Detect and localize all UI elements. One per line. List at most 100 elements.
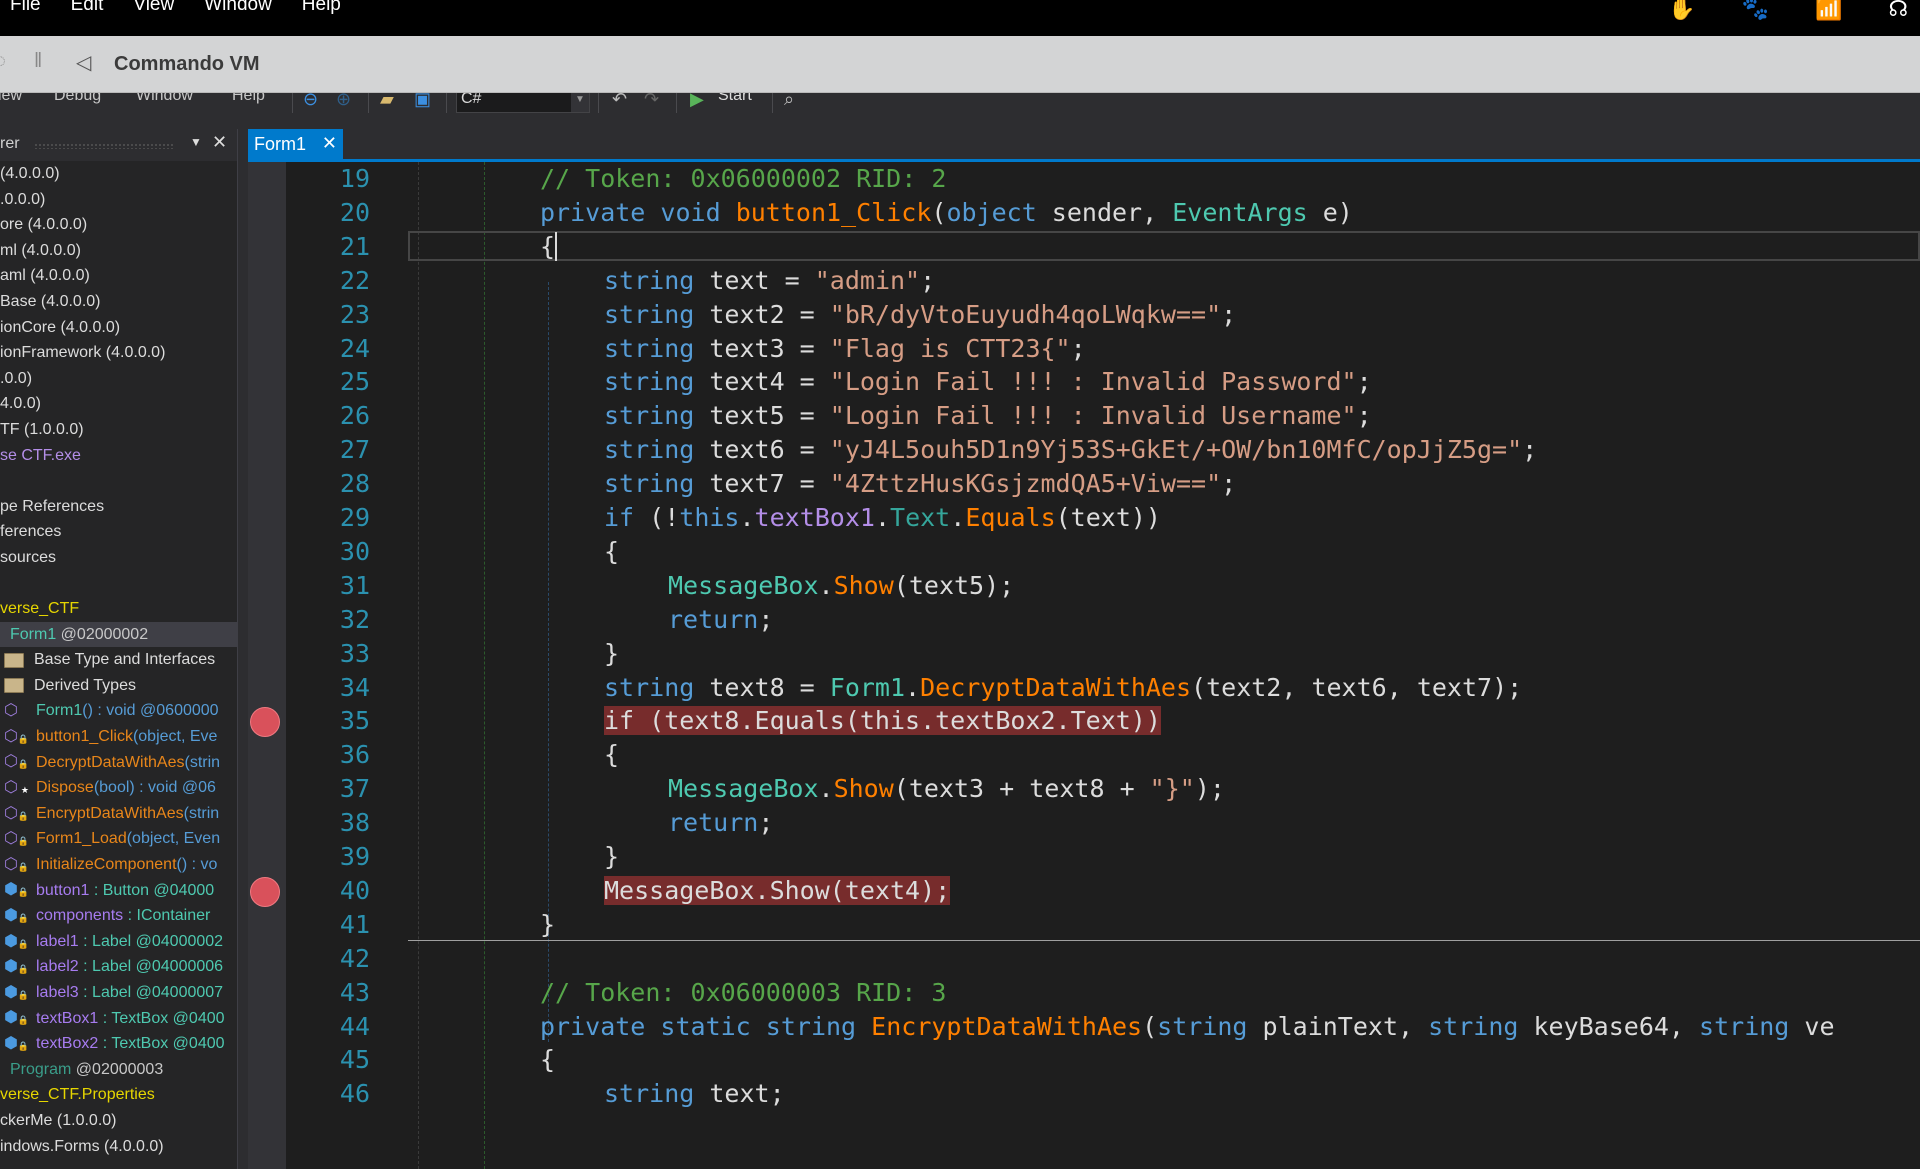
tab-form1[interactable]: Form1 ✕: [248, 129, 343, 161]
code-line[interactable]: 38 return;: [248, 806, 1920, 840]
tree-member[interactable]: Derived Types: [0, 673, 237, 699]
code-line[interactable]: 31 MessageBox.Show(text5);: [248, 569, 1920, 603]
code-line[interactable]: 27 string text6 = "yJ4L5ouh5D1n9Yj53S+GkE…: [248, 433, 1920, 467]
tree-member[interactable]: ⬢ 🔒 label3 : Label @04000007: [0, 980, 237, 1006]
redo-icon[interactable]: ↷: [644, 93, 659, 110]
tree-node[interactable]: indows.Forms (4.0.0.0): [0, 1134, 237, 1160]
code-line[interactable]: 42: [248, 942, 1920, 976]
code-line[interactable]: 26 string text5 = "Login Fail !!! : Inval…: [248, 399, 1920, 433]
code-line[interactable]: 46 string text;: [248, 1077, 1920, 1111]
code-line[interactable]: 28 string text7 = "4ZttzHusKGsjzmdQA5+Viw…: [248, 467, 1920, 501]
code-line[interactable]: 45 {: [248, 1043, 1920, 1077]
pause-icon[interactable]: ‖: [34, 50, 42, 73]
tree-node[interactable]: .0.0): [0, 366, 237, 392]
tree-node[interactable]: Base (4.0.0.0): [0, 289, 237, 315]
tree-node[interactable]: verse_CTF.Properties: [0, 1082, 237, 1108]
code-line[interactable]: 23 string text2 = "bR/dyVtoEuyudh4qoLWqkw…: [248, 298, 1920, 332]
tree-node[interactable]: 4.0.0): [0, 391, 237, 417]
dropdown-arrow-icon[interactable]: ▼: [190, 135, 202, 149]
code-line[interactable]: 36 {: [248, 738, 1920, 772]
menu-view[interactable]: iew: [0, 93, 22, 105]
headset-icon[interactable]: ☊: [1888, 0, 1908, 22]
tree-member[interactable]: ⬢ 🔒 label2 : Label @04000006: [0, 954, 237, 980]
power-icon[interactable]: ◌: [0, 50, 6, 73]
tree-node[interactable]: ml (4.0.0.0): [0, 238, 237, 264]
code-line[interactable]: 39}: [248, 840, 1920, 874]
code-line[interactable]: 29 if (!this.textBox1.Text.Equals(text)): [248, 501, 1920, 535]
os-menu-help[interactable]: Help: [302, 0, 341, 16]
tree-node[interactable]: ionFramework (4.0.0.0): [0, 340, 237, 366]
code-line[interactable]: 40 MessageBox.Show(text4);: [248, 874, 1920, 908]
breakpoint-icon[interactable]: [250, 876, 280, 907]
os-menu-view[interactable]: View: [133, 0, 174, 16]
tree-node[interactable]: ionCore (4.0.0.0): [0, 315, 237, 341]
start-button[interactable]: Start: [718, 93, 752, 105]
os-menu-file[interactable]: File: [10, 0, 41, 16]
search-icon[interactable]: ⌕: [784, 93, 794, 110]
tree-node[interactable]: TF (1.0.0.0): [0, 417, 237, 443]
open-folder-icon[interactable]: ▰: [380, 93, 394, 110]
code-line[interactable]: 43 // Token: 0x06000003 RID: 3: [248, 976, 1920, 1010]
start-play-icon[interactable]: ▶: [690, 93, 704, 110]
fox-icon[interactable]: 🐾: [1742, 0, 1769, 22]
navigate-back-icon[interactable]: ⊖: [303, 93, 318, 110]
tree-member[interactable]: ⬢ 🔒 textBox2 : TextBox @0400: [0, 1031, 237, 1057]
tree-member[interactable]: ⬡ 🔒 Form1_Load(object, Even: [0, 826, 237, 852]
tree-node[interactable]: aml (4.0.0.0): [0, 263, 237, 289]
tree-node[interactable]: ferences: [0, 519, 237, 545]
os-menu-window[interactable]: Window: [204, 0, 272, 16]
back-icon[interactable]: ◁: [76, 50, 91, 75]
menu-debug[interactable]: Debug: [54, 93, 101, 105]
menu-help[interactable]: Help: [232, 93, 265, 105]
code-line[interactable]: 37 MessageBox.Show(text3 + text8 + "}");: [248, 772, 1920, 806]
tree-member[interactable]: Base Type and Interfaces: [0, 647, 237, 673]
code-line[interactable]: 30 {: [248, 535, 1920, 569]
code-line[interactable]: 35 if (text8.Equals(this.textBox2.Text)): [248, 704, 1920, 738]
navigate-forward-icon[interactable]: ⊕: [336, 93, 351, 110]
tree-node-program[interactable]: Program @02000003: [0, 1057, 237, 1083]
tree-member[interactable]: ⬡ ★ Dispose(bool) : void @06: [0, 775, 237, 801]
code-line[interactable]: 22 string text = "admin";: [248, 264, 1920, 298]
code-line[interactable]: 24 string text3 = "Flag is CTT23{";: [248, 332, 1920, 366]
tree-node[interactable]: ore (4.0.0.0): [0, 212, 237, 238]
code-editor[interactable]: 19 // Token: 0x06000002 RID: 2 20 private v…: [248, 162, 1920, 1169]
tree-member[interactable]: ⬡ 🔒 EncryptDataWithAes(strin: [0, 801, 237, 827]
code-line[interactable]: 21 {: [248, 230, 1920, 264]
tree-member[interactable]: ⬡ 🔒 DecryptDataWithAes(strin: [0, 750, 237, 776]
tree-node-form1[interactable]: Form1 @02000002: [0, 621, 237, 648]
tree-node[interactable]: [0, 571, 237, 597]
save-icon[interactable]: ▣: [414, 93, 431, 110]
code-line[interactable]: 34 string text8 = Form1.DecryptDataWithAe…: [248, 671, 1920, 705]
tree-node[interactable]: pe References: [0, 494, 237, 520]
code-line[interactable]: 41}: [248, 908, 1920, 942]
panel-grip[interactable]: [34, 143, 174, 149]
breakpoint-icon[interactable]: [250, 707, 280, 738]
tree-member[interactable]: ⬡ Form1() : void @0600000: [0, 698, 237, 724]
tree-member[interactable]: ⬢ 🔒 textBox1 : TextBox @0400: [0, 1006, 237, 1032]
tree-node[interactable]: (4.0.0.0): [0, 161, 237, 187]
tree-member[interactable]: ⬢ 🔒 button1 : Button @04000: [0, 878, 237, 904]
language-select[interactable]: C# ▼: [456, 93, 590, 113]
close-tab-icon[interactable]: ✕: [322, 133, 337, 154]
tree-member[interactable]: ⬢ 🔒 components : IContainer: [0, 903, 237, 929]
wifi-lock-icon[interactable]: 📶: [1815, 0, 1842, 22]
code-line[interactable]: 44 private static string EncryptDataWithA…: [248, 1010, 1920, 1044]
hand-icon[interactable]: ✋: [1668, 0, 1695, 22]
code-line[interactable]: 25 string text4 = "Login Fail !!! : Inval…: [248, 365, 1920, 399]
tree-node[interactable]: verse_CTF: [0, 596, 237, 622]
tree-node[interactable]: sources: [0, 545, 237, 571]
code-line[interactable]: 33}: [248, 637, 1920, 671]
close-icon[interactable]: ✕: [212, 132, 227, 153]
code-line[interactable]: 32 return;: [248, 603, 1920, 637]
undo-icon[interactable]: ↶: [612, 93, 627, 110]
tree-member[interactable]: ⬢ 🔒 label1 : Label @04000002: [0, 929, 237, 955]
code-line[interactable]: 20 private void button1_Click(object send…: [248, 196, 1920, 230]
code-line[interactable]: 19 // Token: 0x06000002 RID: 2: [248, 162, 1920, 196]
tree-node[interactable]: .0.0.0): [0, 187, 237, 213]
tree-node[interactable]: ckerMe (1.0.0.0): [0, 1108, 237, 1134]
tree-node[interactable]: se CTF.exe: [0, 443, 237, 469]
os-menu-edit[interactable]: Edit: [71, 0, 104, 16]
tree-member[interactable]: ⬡ 🔒 button1_Click(object, Eve: [0, 724, 237, 750]
tree-node[interactable]: [0, 468, 237, 494]
tree-member[interactable]: ⬡ 🔒 InitializeComponent() : vo: [0, 852, 237, 878]
